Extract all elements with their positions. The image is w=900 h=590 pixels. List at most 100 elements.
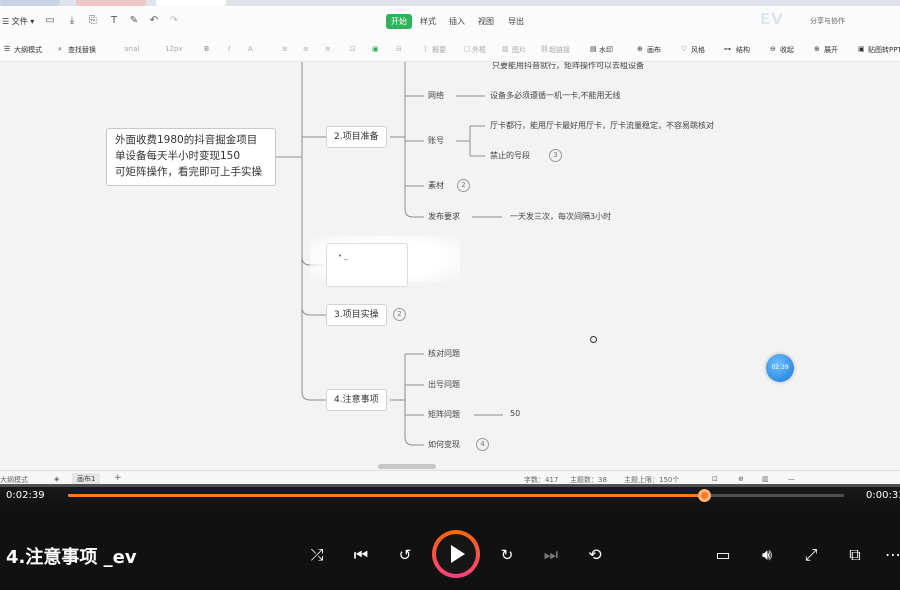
topic-monetize[interactable]: 如何变现 <box>428 439 460 450</box>
topic-network[interactable]: 网络 <box>428 90 444 101</box>
tab-start[interactable]: 开始 <box>386 14 412 29</box>
fit-icon[interactable]: ⊡ <box>712 475 718 483</box>
expand-button[interactable]: 展开 <box>824 45 838 55</box>
format-painter-icon[interactable]: T <box>108 15 120 27</box>
note-account-card[interactable]: 厅卡都行，能用厅卡最好用厅卡，厅卡流量稳定，不容易跳核对 <box>490 120 714 131</box>
shuffle-icon[interactable]: ⤮ <box>306 544 328 566</box>
progress-bar[interactable] <box>68 489 844 502</box>
expand-icon[interactable]: ⊕ <box>814 45 820 53</box>
find-replace-button[interactable]: 查找替换 <box>68 45 96 55</box>
topic-account-issue[interactable]: 出号问题 <box>428 379 460 390</box>
bold-icon[interactable]: B <box>204 45 209 53</box>
outer-frame-icon[interactable]: ▢ <box>464 45 471 53</box>
outline-mode-icon[interactable]: ☰ <box>4 45 10 53</box>
topic-check-issue[interactable]: 核对问题 <box>428 348 460 359</box>
canvas-icon[interactable]: ⊕ <box>637 45 643 53</box>
zoom-in-icon[interactable]: ⊕ <box>738 475 744 483</box>
count-badge[interactable]: 2 <box>393 308 406 321</box>
tab-export[interactable]: 导出 <box>503 14 529 29</box>
image-button[interactable]: 图片 <box>512 45 526 55</box>
image-icon[interactable]: ▨ <box>502 45 509 53</box>
mini-player-icon[interactable]: ⧉ <box>844 544 866 566</box>
note-matrix[interactable]: 50 <box>510 409 520 418</box>
structure-button[interactable]: 结构 <box>736 45 750 55</box>
align-right-icon[interactable]: ≡ <box>325 45 331 53</box>
font-size-select[interactable]: 12px <box>165 45 183 53</box>
watermark-button[interactable]: 水印 <box>599 45 613 55</box>
share-button[interactable]: 分享与协作 <box>810 16 845 26</box>
topic-material[interactable]: 素材 <box>428 180 444 191</box>
total-time: 0:00:33 <box>866 490 900 501</box>
tab-style[interactable]: 样式 <box>415 14 441 29</box>
more-icon[interactable]: ⋯ <box>882 544 900 566</box>
to-ppt-button[interactable]: 贴图转PPT <box>868 45 900 55</box>
book-icon[interactable]: ▥ <box>762 475 769 483</box>
progress-handle[interactable] <box>698 489 711 502</box>
branch-project-prepare[interactable]: 2.项目准备 <box>326 126 387 148</box>
mindmap-canvas[interactable]: 外面收费1980的抖音掘金项目 单设备每天半小时变现150 可矩阵操作，看完即可… <box>0 62 900 465</box>
hyperlink-icon[interactable]: ⛓ <box>540 45 549 53</box>
blurred-branch-node[interactable] <box>326 243 408 287</box>
save-icon[interactable]: ▭ <box>44 15 56 27</box>
theme-style-button[interactable]: 风格 <box>691 45 705 55</box>
subtitles-icon[interactable]: ▭ <box>712 544 734 566</box>
current-time: 0:02:39 <box>6 490 45 501</box>
export-icon[interactable]: ⎘ <box>87 15 99 27</box>
play-button[interactable] <box>432 530 480 578</box>
file-menu[interactable]: ☰ 文件 ▾ <box>2 16 34 27</box>
italic-icon[interactable]: I <box>228 45 230 53</box>
fullscreen-icon[interactable]: ⤢ <box>800 544 822 566</box>
loop-icon[interactable]: ⟲ <box>584 544 606 566</box>
topic-publish[interactable]: 发布要求 <box>428 211 460 222</box>
count-badge[interactable]: 4 <box>476 438 489 451</box>
collapse-icon[interactable]: ⊖ <box>770 45 776 53</box>
main-toolbar: ☰ 文件 ▾ ▭ ⤓ ⎘ T ✎ ↶ ↷ 开始 样式 插入 视图 导出 EV 分… <box>0 6 900 36</box>
zoom-out-icon[interactable]: — <box>788 475 795 483</box>
outer-frame-button[interactable]: 外框 <box>472 45 486 55</box>
previous-icon[interactable]: ⏮ <box>350 544 372 566</box>
fill-icon[interactable]: ▣ <box>372 45 379 53</box>
count-badge[interactable]: 3 <box>549 149 562 162</box>
style-icon[interactable]: ♡ <box>681 45 687 53</box>
count-badge[interactable]: 2 <box>457 179 470 192</box>
undo-icon[interactable]: ↶ <box>148 15 160 27</box>
download-icon[interactable]: ⤓ <box>66 15 78 27</box>
structure-icon[interactable]: ⊶ <box>724 45 731 53</box>
topic-account[interactable]: 账号 <box>428 135 444 146</box>
cut-off-note: 只要能用抖音就行，矩阵操作可以去租设备 <box>492 62 644 70</box>
summary-button[interactable]: 概要 <box>432 45 446 55</box>
search-icon[interactable]: ⌕ <box>58 45 62 54</box>
font-select[interactable]: arial <box>124 45 139 53</box>
layers-icon[interactable]: ◈ <box>54 475 59 483</box>
next-icon[interactable]: ⏭ <box>540 544 562 566</box>
branch-project-practice[interactable]: 3.项目实操 <box>326 304 387 326</box>
branch-notes[interactable]: 4.注意事项 <box>326 389 387 411</box>
tab-view[interactable]: 视图 <box>473 14 499 29</box>
horizontal-scrollbar[interactable] <box>378 464 436 469</box>
ppt-icon[interactable]: ▣ <box>858 45 865 53</box>
canvas-button[interactable]: 画布 <box>647 45 661 55</box>
note-banned-numbers[interactable]: 禁止的号段 <box>490 150 530 161</box>
rewind-10-icon[interactable]: ↺ <box>394 544 416 566</box>
add-sheet-icon[interactable]: + <box>114 473 122 483</box>
font-color-icon[interactable]: A <box>248 45 253 53</box>
redo-icon[interactable]: ↷ <box>168 15 180 27</box>
hyperlink-button[interactable]: 超链接 <box>549 45 570 55</box>
shape-icon[interactable]: ⊡ <box>350 45 356 53</box>
pen-icon[interactable]: ✎ <box>128 15 140 27</box>
align-center-icon[interactable]: ≡ <box>303 45 309 53</box>
collapse-button[interactable]: 收起 <box>780 45 794 55</box>
tab-insert[interactable]: 插入 <box>444 14 470 29</box>
note-publish[interactable]: 一天发三次，每次间隔3小时 <box>510 211 611 222</box>
play-button-inner <box>436 534 476 574</box>
forward-30-icon[interactable]: ↻ <box>496 544 518 566</box>
outline-mode-button[interactable]: 大纲模式 <box>14 45 42 55</box>
summary-icon[interactable]: ⟩ <box>424 45 427 53</box>
volume-icon[interactable]: 🔊︎ <box>756 544 778 566</box>
note-network[interactable]: 设备多必须遵循一机一卡,不能用无线 <box>490 90 621 101</box>
align-left-icon[interactable]: ≡ <box>282 45 288 53</box>
border-icon[interactable]: ⊟ <box>396 45 402 53</box>
watermark-icon[interactable]: ▤ <box>590 45 597 53</box>
root-topic[interactable]: 外面收费1980的抖音掘金项目 单设备每天半小时变现150 可矩阵操作，看完即可… <box>106 128 276 186</box>
topic-matrix-issue[interactable]: 矩阵问题 <box>428 409 460 420</box>
